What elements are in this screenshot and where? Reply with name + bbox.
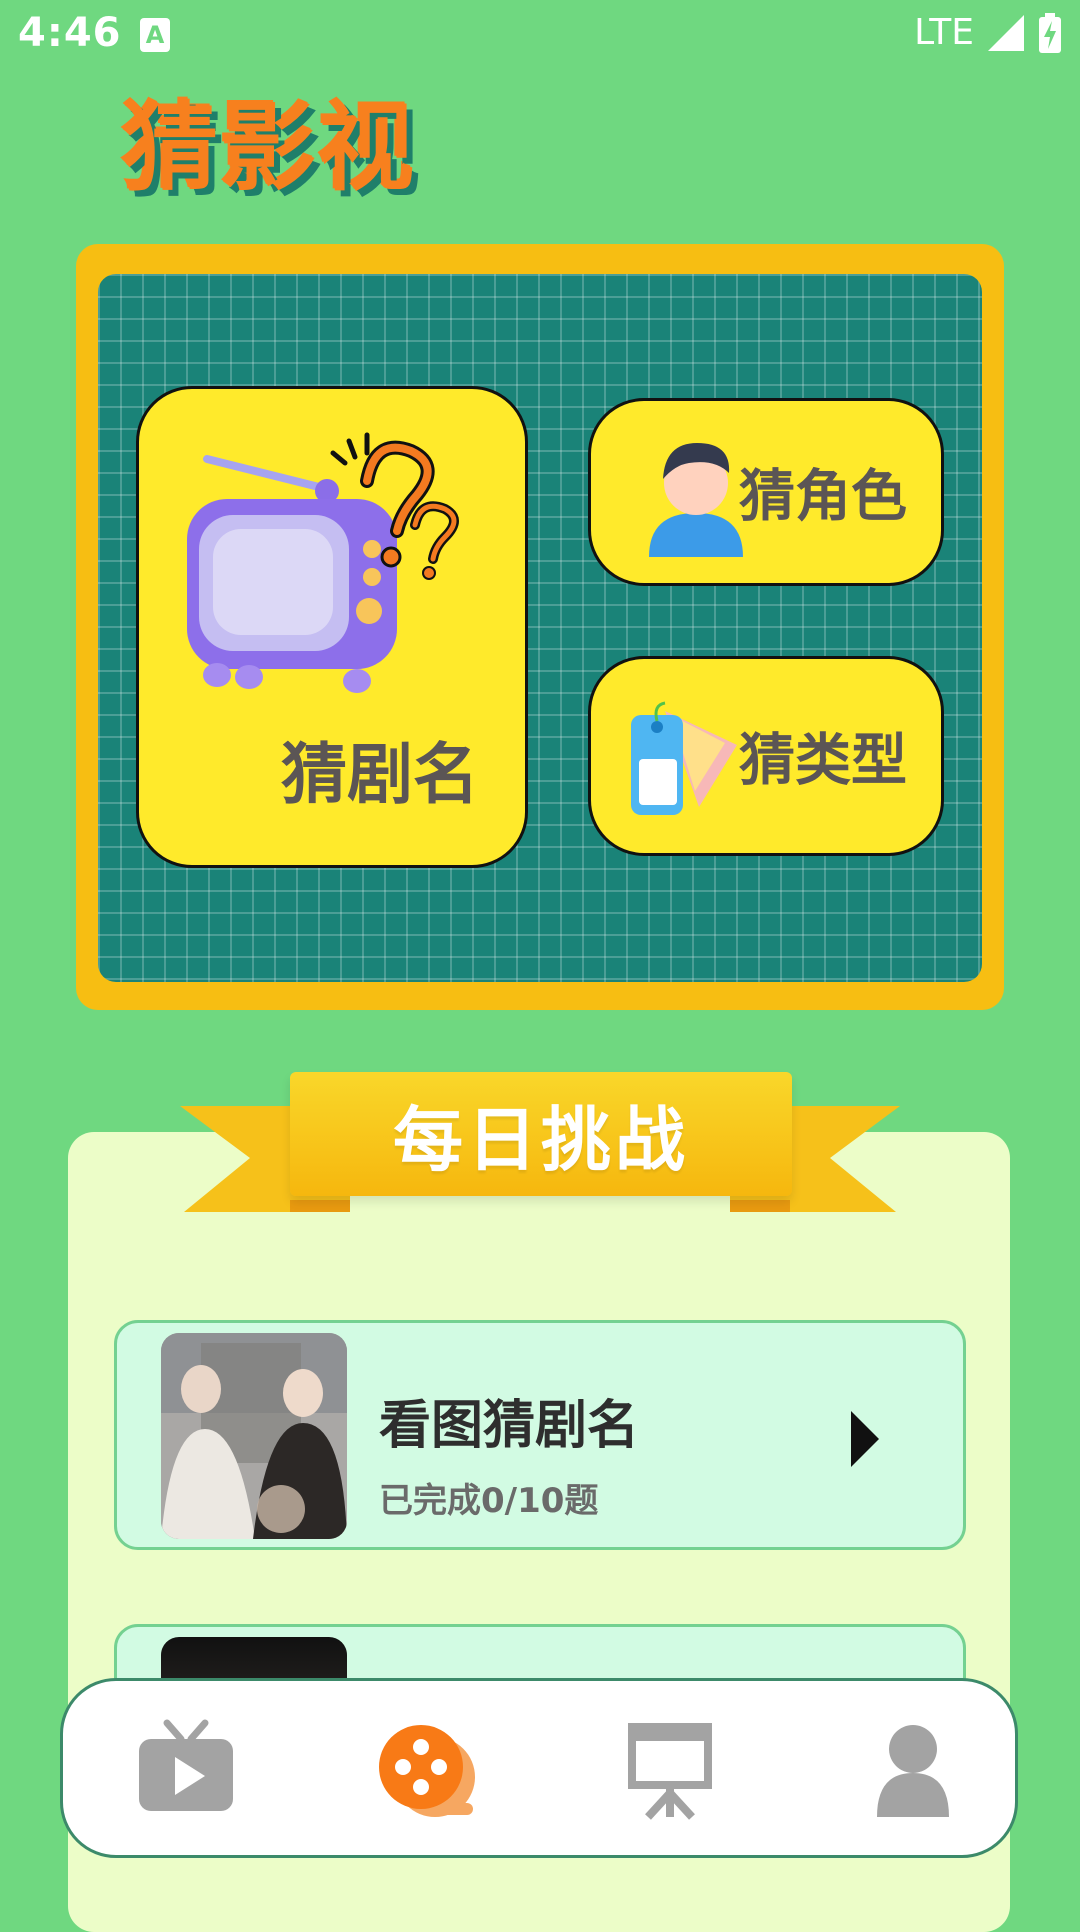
nav-presentation[interactable] [618,1717,728,1821]
status-indicators: LTE [914,12,1062,53]
challenge-item-guess-by-image[interactable]: 看图猜剧名 已完成0/10题 [114,1320,966,1550]
play-arrow-icon[interactable] [851,1411,879,1467]
guess-drama-label: 猜剧名 [281,736,479,813]
challenge-thumbnail [161,1333,347,1539]
battery-icon [1039,12,1061,53]
nav-game[interactable] [373,1717,483,1821]
daily-challenge-header: 每日挑战 [290,1072,792,1196]
challenge-progress: 已完成0/10题 [379,1481,599,1521]
nav-tv-play[interactable] [131,1717,241,1821]
guess-role-card[interactable]: 猜角色 [588,398,944,586]
tv-play-icon [139,1719,233,1811]
challenge-title: 看图猜剧名 [379,1396,640,1456]
person-icon [649,443,743,557]
presentation-icon [628,1723,712,1820]
guess-type-card[interactable]: 猜类型 [588,656,944,856]
guess-type-label: 猜类型 [739,728,907,794]
network-type: LTE [914,12,974,53]
daily-challenge-title: 每日挑战 [393,1098,689,1181]
app-title: 猜影视 [122,92,416,204]
notification-icon: A [140,18,170,52]
bottom-nav [60,1678,1018,1858]
tv-question-icon [187,432,459,693]
guess-role-label: 猜角色 [739,464,907,530]
signal-icon [988,14,1024,51]
guess-drama-card[interactable]: 猜剧名 [136,386,528,868]
nav-profile[interactable] [861,1717,971,1821]
status-bar: 4:46 A LTE [0,0,1080,72]
user-icon [877,1725,949,1817]
film-reel-icon [379,1725,475,1817]
tag-icon [631,701,737,815]
status-time: 4:46 [18,10,122,56]
still-image [161,1333,347,1539]
